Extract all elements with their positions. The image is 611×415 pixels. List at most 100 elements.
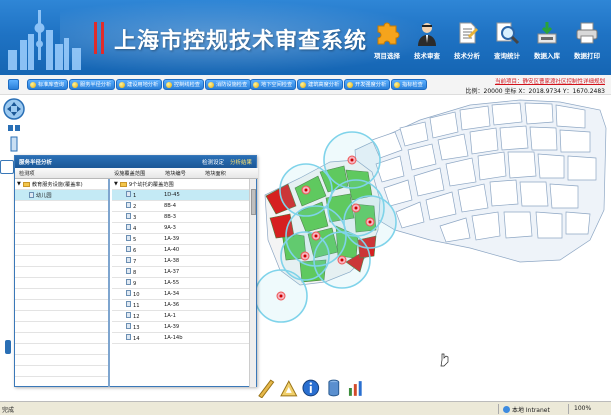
plot-icon [126, 268, 131, 274]
coverage-root-row[interactable]: ▼ 9个幼托的覆盖范围 [112, 179, 250, 190]
table-row[interactable]: 13 1A-39 [112, 322, 250, 333]
officer-icon [412, 18, 442, 48]
data-import-button[interactable]: 数据入库 [527, 18, 567, 60]
plot-icon [126, 290, 131, 296]
cylinder-icon[interactable] [324, 378, 344, 398]
scale-coordinate-readout: 比例：20000 坐标 X：2018.9734 Y：1670.2483 [465, 88, 605, 95]
technical-analysis-button[interactable]: 技术分析 [447, 18, 487, 60]
table-row[interactable]: 14 1A-14b [112, 333, 250, 344]
project-select-label: 项目选择 [374, 52, 400, 60]
bullet-icon [72, 81, 78, 88]
database-icon [532, 18, 562, 48]
table-row[interactable]: 4 9A-3 [112, 223, 250, 234]
toolbar-development-intensity-button[interactable]: 开发强度分析 [344, 79, 391, 90]
table-row[interactable]: 6 1A-40 [112, 245, 250, 256]
magnifier-icon [492, 18, 522, 48]
technical-analysis-label: 技术分析 [454, 52, 480, 60]
printer-icon [572, 18, 602, 48]
current-project-link[interactable]: 当前项目：静安区曹家渡社区控制性详细规划 [495, 77, 605, 85]
plot-icon [126, 202, 131, 208]
toolbar-land-use-button[interactable]: 建设用地分析 [116, 79, 163, 90]
title-accent-bar [94, 22, 104, 54]
table-row[interactable]: 9 1A-55 [112, 278, 250, 289]
panel-header: 服务半径分析 检测设定 分析结果 [15, 156, 256, 168]
analysis-results-link[interactable]: 分析结果 [230, 158, 252, 166]
bullet-icon [394, 81, 400, 88]
app-window: 上海市控规技术审查系统 项目选择 技术审查 技术分析 查询统计 数据入库 数据打… [0, 0, 611, 415]
toolbar-fire-facility-button[interactable]: 消防设施检查 [205, 79, 252, 90]
table-row[interactable]: 3 8B-3 [112, 212, 250, 223]
folder-icon [22, 181, 30, 187]
ruler-icon[interactable] [256, 378, 276, 398]
plot-icon [126, 334, 131, 340]
plot-icon [126, 235, 131, 241]
plot-icon [126, 323, 131, 329]
globe-icon [503, 406, 510, 413]
plot-icon [126, 301, 131, 307]
data-print-button[interactable]: 数据打印 [567, 18, 607, 60]
bullet-icon [208, 81, 214, 88]
toolbar-service-radius-button[interactable]: 服务半径分析 [69, 79, 116, 90]
app-header: 上海市控规技术审查系统 项目选择 技术审查 技术分析 查询统计 数据入库 数据打… [0, 0, 611, 75]
plot-icon [126, 312, 131, 318]
panel-toggle-tab[interactable] [0, 160, 14, 174]
chart-icon[interactable] [346, 378, 366, 398]
query-statistics-button[interactable]: 查询统计 [487, 18, 527, 60]
security-zone: 本地 Intranet [503, 405, 550, 414]
technical-review-label: 技术审查 [414, 52, 440, 60]
query-statistics-label: 查询统计 [494, 52, 520, 60]
info-icon[interactable] [301, 378, 321, 398]
coverage-range-header: 设施覆盖范围 [114, 171, 146, 177]
panel-title: 服务半径分析 [19, 160, 53, 166]
expand-arrow-icon: ▼ [114, 181, 118, 187]
table-row[interactable]: 12 1A-1 [112, 311, 250, 322]
bullet-icon [253, 81, 259, 88]
project-select-button[interactable]: 项目选择 [367, 18, 407, 60]
plot-code-header: 地块编号 [165, 171, 186, 177]
table-row[interactable]: 8 1A-37 [112, 267, 250, 278]
tree-node-education[interactable]: ▼ 教育服务设施(覆盖率) [15, 179, 108, 190]
triangle-icon[interactable] [279, 378, 299, 398]
plot-icon [126, 279, 131, 285]
plot-icon [126, 191, 131, 197]
coverage-list: ▼ 9个幼托的覆盖范围 1 1D-45 2 8B-4 3 8B-3 4 9A-3 5 1A… [112, 179, 250, 387]
drawing-toolbox [256, 378, 366, 400]
toolbar-standard-query-button[interactable]: 标准库查询 [27, 79, 68, 90]
bullet-icon [30, 81, 36, 88]
toolbar-building-height-button[interactable]: 建筑高度分析 [297, 79, 344, 90]
plot-icon [126, 224, 131, 230]
plot-area-header: 地块面积 [205, 171, 226, 177]
plot-icon [126, 213, 131, 219]
table-row[interactable]: 1 1D-45 [112, 190, 250, 201]
zoom-level[interactable]: 100% [574, 405, 591, 412]
bullet-icon [347, 81, 353, 88]
collapse-panel-tab[interactable] [5, 340, 11, 354]
home-button[interactable] [8, 79, 19, 90]
table-row[interactable]: 10 1A-34 [112, 289, 250, 300]
map-navigation-control[interactable] [2, 97, 26, 157]
table-row[interactable]: 11 1A-36 [112, 300, 250, 311]
list-scrollbar[interactable] [249, 179, 256, 387]
scrollbar-thumb[interactable] [251, 189, 256, 215]
puzzle-icon [372, 18, 402, 48]
status-done-text: 完成 [2, 407, 15, 414]
bullet-icon [166, 81, 172, 88]
detect-settings-link[interactable]: 检测设定 [202, 158, 224, 166]
data-import-label: 数据入库 [534, 52, 560, 60]
hand-cursor-icon [440, 353, 449, 367]
app-title: 上海市控规技术审查系统 [114, 28, 368, 54]
table-row[interactable]: 5 1A-39 [112, 234, 250, 245]
toolbar-control-line-button[interactable]: 控制线检查 [163, 79, 204, 90]
panel-column-headers: 检测项 设施覆盖范围 地块编号 地块面积 [15, 168, 258, 179]
table-row[interactable]: 7 1A-38 [112, 256, 250, 267]
toolbar-indicator-check-button[interactable]: 指标检查 [391, 79, 427, 90]
data-print-label: 数据打印 [574, 52, 600, 60]
technical-review-button[interactable]: 技术审查 [407, 18, 447, 60]
plot-icon [126, 257, 131, 263]
toolbar-underground-button[interactable]: 地下空间检查 [250, 79, 297, 90]
document-icon [452, 18, 482, 48]
detect-item-tree: ▼ 教育服务设施(覆盖率) 幼儿园 [15, 179, 110, 387]
detect-item-header: 检测项 [19, 171, 35, 177]
table-row[interactable]: 2 8B-4 [112, 201, 250, 212]
tree-node-kindergarten[interactable]: 幼儿园 [15, 190, 108, 201]
